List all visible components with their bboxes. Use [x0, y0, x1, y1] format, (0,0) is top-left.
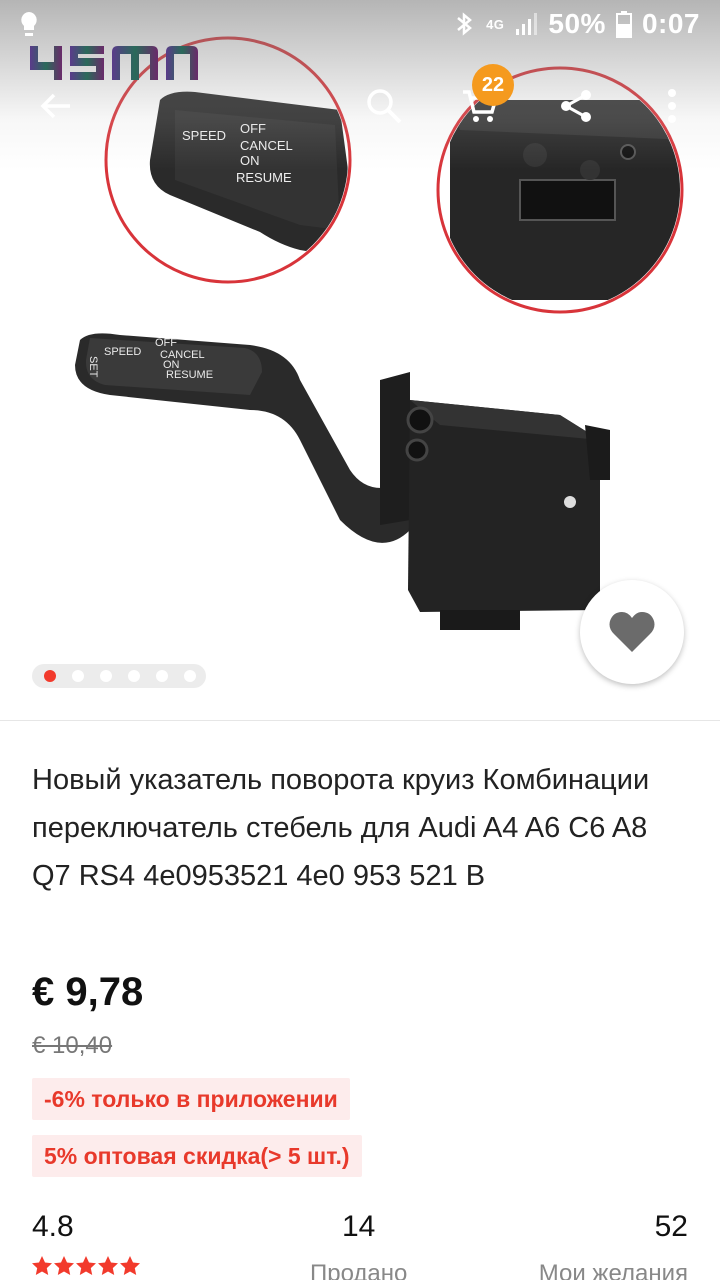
gallery-dot[interactable] [100, 670, 112, 682]
clock: 0:07 [641, 8, 700, 39]
gallery-dot[interactable] [128, 670, 140, 682]
svg-text:RESUME: RESUME [236, 170, 292, 185]
share-button[interactable] [548, 78, 604, 134]
gallery-dot[interactable] [72, 670, 84, 682]
rating-stars [32, 1256, 140, 1275]
sold-count: 14 [342, 1210, 376, 1243]
wishlist-label: Мои желания [538, 1260, 688, 1280]
bluetooth-icon [454, 10, 476, 38]
star-icon [98, 1256, 118, 1275]
wholesale-discount-badge: 5% оптовая скидка(> 5 шт.) [32, 1135, 362, 1177]
app-discount-badge: -6% только в приложении [32, 1078, 350, 1120]
more-vertical-icon [668, 89, 676, 123]
product-price: € 9,78 [32, 970, 144, 1014]
product-title: Новый указатель поворота круиз Комбинаци… [32, 764, 650, 892]
battery-icon [615, 10, 632, 38]
divider [0, 720, 720, 721]
star-icon [54, 1256, 74, 1275]
battery-percent: 50% [548, 8, 606, 39]
star-icon [120, 1256, 140, 1275]
wishlist-count: 52 [654, 1210, 688, 1243]
lever-label-speed: SPEED [104, 346, 141, 358]
signal-icon [514, 11, 538, 37]
product-image-gallery[interactable]: SET SPEED OFF CANCEL ON RESUME SPEED OFF [0, 0, 720, 720]
lever-label-off: OFF [155, 337, 177, 349]
back-button[interactable] [28, 78, 84, 134]
rating-value: 4.8 [32, 1210, 74, 1243]
share-icon [561, 90, 591, 122]
gallery-dot[interactable] [156, 670, 168, 682]
old-price: € 10,40 [32, 1032, 113, 1059]
lever-label-set: SET [87, 356, 99, 378]
search-icon [367, 89, 402, 124]
heart-icon [609, 612, 655, 652]
star-icon [76, 1256, 96, 1275]
cart-count-badge: 22 [472, 64, 514, 106]
star-icon [32, 1256, 52, 1275]
sold-label: Продано [310, 1260, 408, 1280]
arrow-left-icon [40, 93, 70, 119]
more-options-button[interactable] [644, 78, 700, 134]
network-type: 4G [486, 16, 505, 32]
lever-label-resume: RESUME [166, 369, 213, 381]
gallery-dot[interactable] [184, 670, 196, 682]
gallery-dot[interactable] [44, 670, 56, 682]
wishlist-button[interactable] [580, 580, 684, 684]
gallery-pagination [32, 664, 206, 688]
search-button[interactable] [356, 78, 412, 134]
